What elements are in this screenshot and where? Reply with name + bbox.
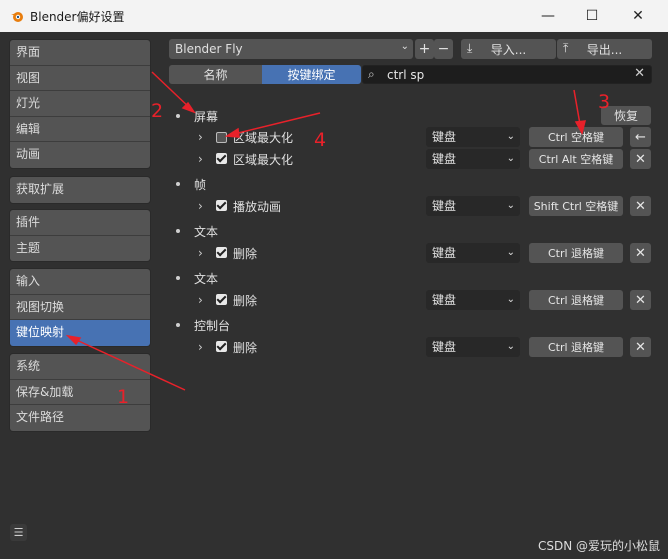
annotation-arrows xyxy=(65,71,586,391)
arrowhead-icon xyxy=(224,127,240,138)
annotation-arrow-4 xyxy=(229,112,321,136)
annotation-arrow-1 xyxy=(69,336,186,391)
watermark: CSDN @爱玩的小松鼠 xyxy=(538,539,661,553)
annotation-label-4: 4 xyxy=(314,129,327,151)
arrowhead-icon xyxy=(65,334,82,346)
annotation-label-3: 3 xyxy=(598,91,611,113)
arrowhead-icon xyxy=(181,101,196,114)
annotation-label-1: 1 xyxy=(117,386,130,408)
arrowhead-icon xyxy=(574,120,586,136)
menu-icon[interactable]: ☰ xyxy=(10,524,27,541)
annotation-label-2: 2 xyxy=(151,100,164,122)
